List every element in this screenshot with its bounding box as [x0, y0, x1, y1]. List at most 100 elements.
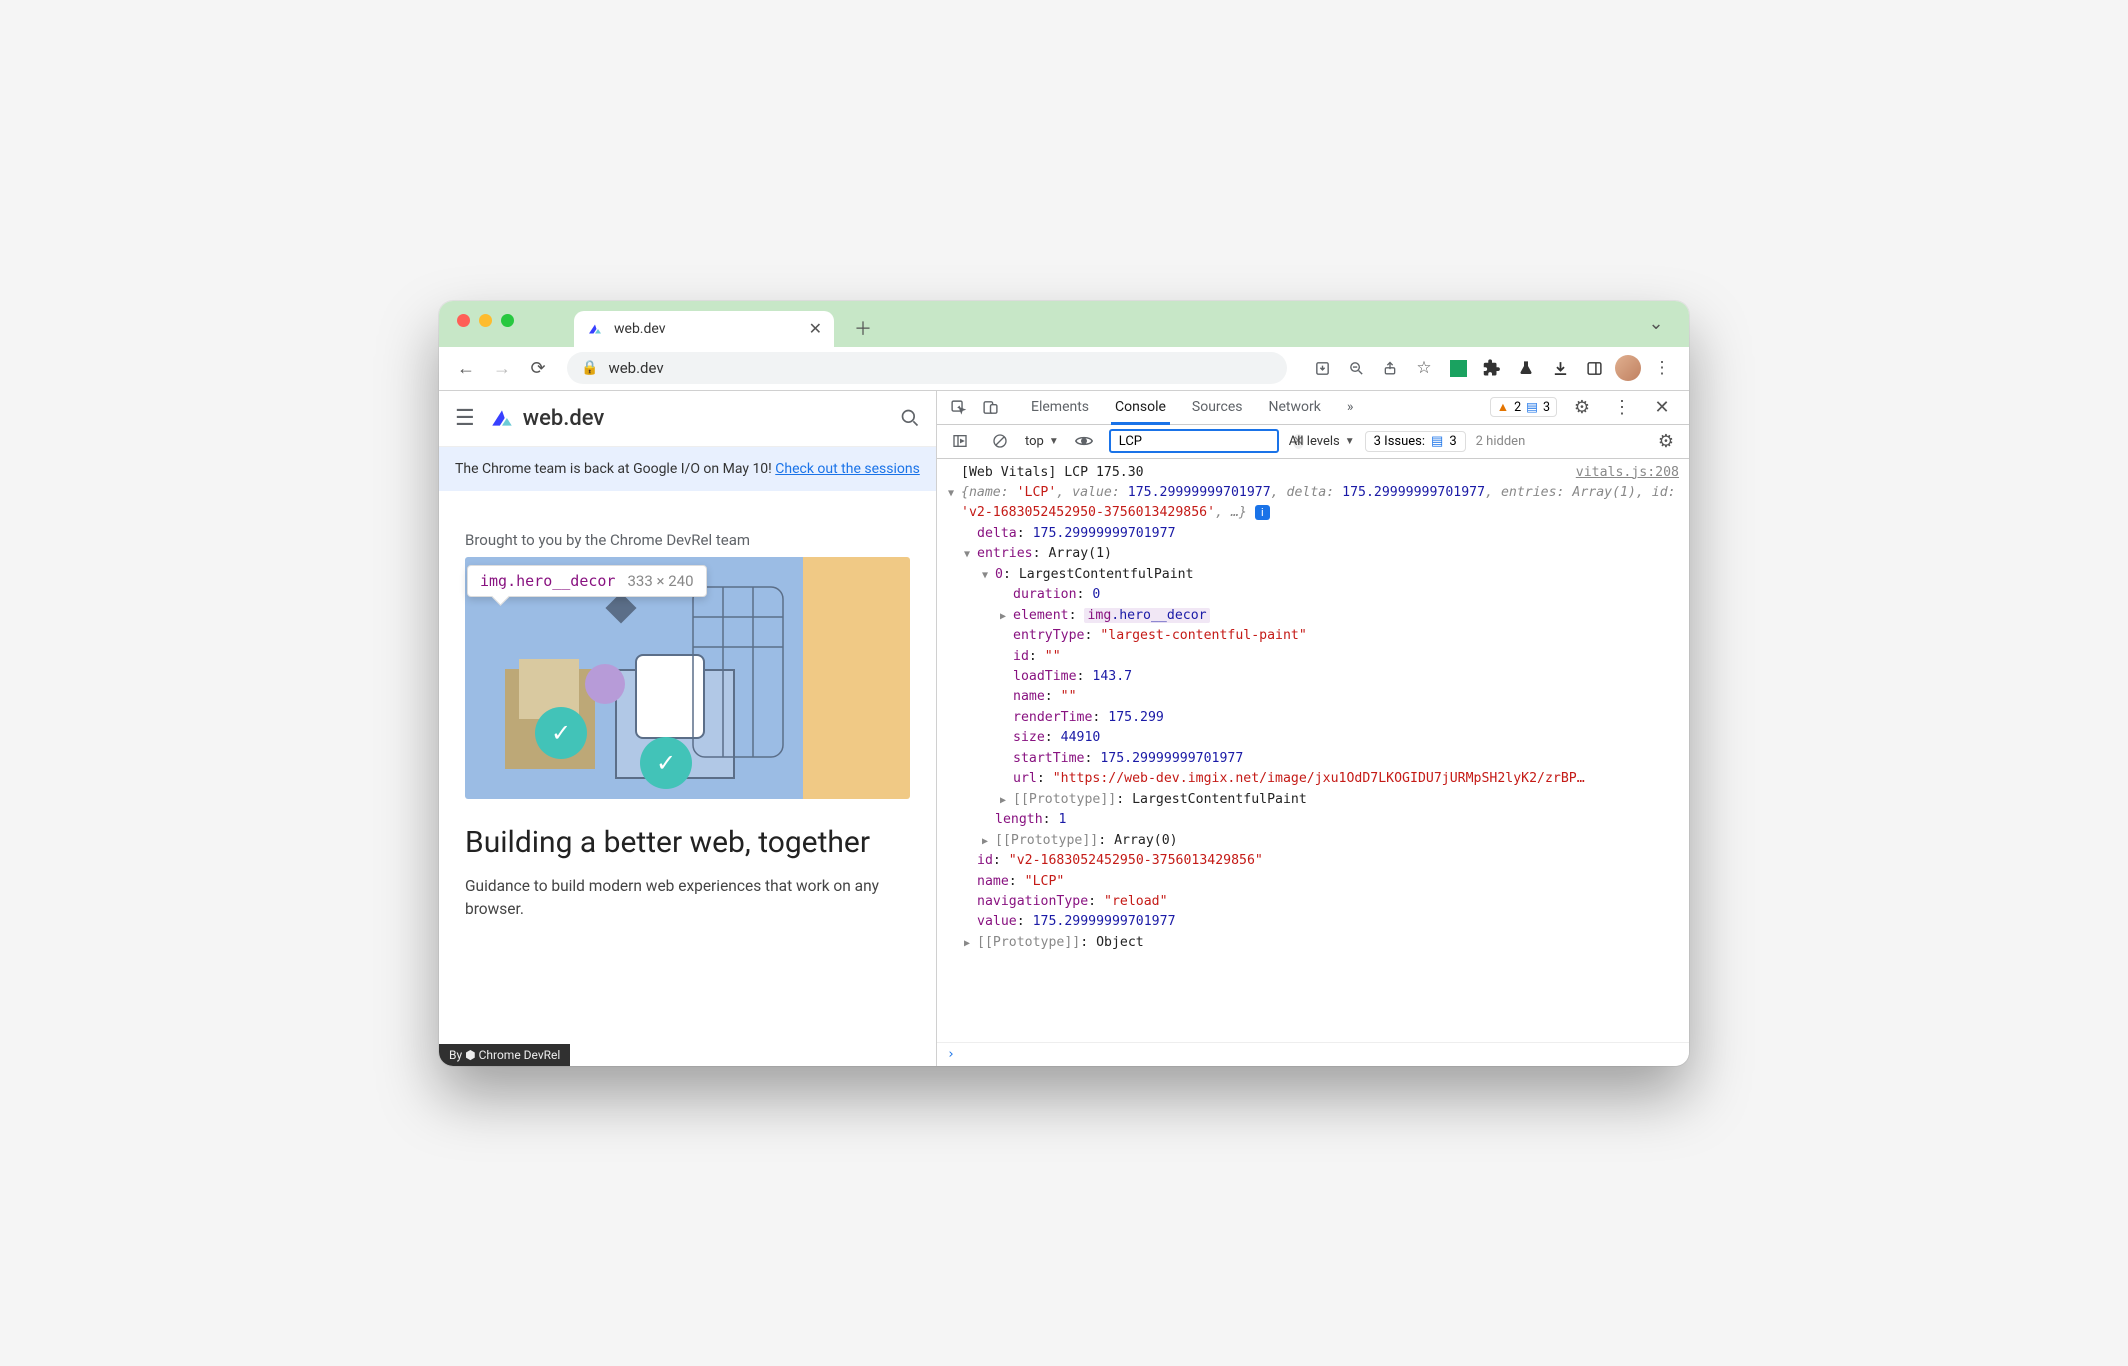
- warning-count: 2: [1514, 400, 1521, 415]
- context-selector[interactable]: top▼: [1025, 434, 1059, 449]
- expand-icon[interactable]: ▶: [979, 834, 991, 850]
- favicon-icon: [586, 320, 604, 338]
- install-icon[interactable]: [1307, 353, 1337, 383]
- site-brand[interactable]: web.dev: [489, 405, 605, 431]
- prop-starttime[interactable]: startTime: 175.29999999701977: [937, 749, 1689, 769]
- search-icon[interactable]: [900, 408, 920, 428]
- expand-icon[interactable]: ▼: [945, 486, 957, 502]
- message-count: 3: [1543, 400, 1550, 415]
- profile-avatar[interactable]: [1613, 353, 1643, 383]
- prop-entrytype[interactable]: entryType: "largest-contentful-paint": [937, 626, 1689, 646]
- sidebar-toggle-icon[interactable]: [1579, 353, 1609, 383]
- info-icon[interactable]: i: [1255, 505, 1270, 520]
- warnings-errors-pill[interactable]: ▲2 ▤3: [1490, 397, 1557, 417]
- console-filter-input[interactable]: ✕: [1109, 429, 1279, 453]
- tabs-overflow[interactable]: »: [1335, 391, 1366, 424]
- content-area: ☰ web.dev The Chrome team is back at Goo…: [439, 391, 1689, 1066]
- prop-url[interactable]: url: "https://web-dev.imgix.net/image/jx…: [937, 769, 1689, 789]
- close-window-button[interactable]: [457, 314, 470, 327]
- bookmark-icon[interactable]: ☆: [1409, 353, 1439, 383]
- zoom-out-icon[interactable]: [1341, 353, 1371, 383]
- author-badge: By ⬢ Chrome DevRel: [439, 1044, 570, 1066]
- address-bar[interactable]: 🔒 web.dev: [567, 352, 1287, 384]
- devtools-close-icon[interactable]: ✕: [1647, 392, 1677, 422]
- devtools-tabs: Elements Console Sources Network » ▲2 ▤3…: [937, 391, 1689, 425]
- entry-0[interactable]: ▼0: LargestContentfulPaint: [937, 565, 1689, 585]
- forward-button[interactable]: →: [487, 353, 517, 383]
- extensions-icon[interactable]: [1477, 353, 1507, 383]
- hamburger-icon[interactable]: ☰: [455, 406, 475, 431]
- log-levels-selector[interactable]: All levels▼: [1289, 434, 1355, 449]
- browser-tab[interactable]: web.dev ✕: [574, 311, 834, 347]
- page-heading: Building a better web, together: [465, 825, 910, 860]
- tab-console[interactable]: Console: [1103, 391, 1178, 424]
- prop-size[interactable]: size: 44910: [937, 728, 1689, 748]
- toolbar: ← → ⟳ 🔒 web.dev ☆ ⋮: [439, 347, 1689, 391]
- prop-proto-arr[interactable]: ▶[[Prototype]]: Array(0): [937, 831, 1689, 851]
- prop-proto-obj[interactable]: ▶[[Prototype]]: Object: [937, 933, 1689, 953]
- page-header: ☰ web.dev: [439, 391, 936, 447]
- prop-duration[interactable]: duration: 0: [937, 585, 1689, 605]
- browser-window: web.dev ✕ ＋ ⌄ ← → ⟳ 🔒 web.dev ☆ ⋮: [439, 301, 1689, 1066]
- prop-rendertime[interactable]: renderTime: 175.299: [937, 708, 1689, 728]
- minimize-window-button[interactable]: [479, 314, 492, 327]
- log-object-summary[interactable]: ▼ {name: 'LCP', value: 175.2999999970197…: [937, 483, 1689, 524]
- labs-icon[interactable]: [1511, 353, 1541, 383]
- expand-icon[interactable]: ▶: [961, 936, 973, 952]
- toolbar-actions: ☆ ⋮: [1307, 353, 1677, 383]
- kebab-menu-icon[interactable]: ⋮: [1647, 353, 1677, 383]
- console-sidebar-toggle[interactable]: [945, 426, 975, 456]
- extension-badge[interactable]: [1443, 353, 1473, 383]
- tooltip-dimensions: 333 × 240: [627, 572, 693, 590]
- prop-element[interactable]: ▶element: img.hero__decor: [937, 606, 1689, 626]
- back-button[interactable]: ←: [451, 353, 481, 383]
- devtools-settings-icon[interactable]: ⚙: [1567, 392, 1597, 422]
- issues-pill[interactable]: 3 Issues: ▤ 3: [1365, 431, 1466, 452]
- prop-id[interactable]: id: "": [937, 647, 1689, 667]
- live-expression-icon[interactable]: [1069, 426, 1099, 456]
- console-settings-icon[interactable]: ⚙: [1651, 426, 1681, 456]
- issues-count: 3: [1449, 434, 1456, 449]
- inspect-icon[interactable]: [943, 392, 973, 422]
- prop-delta[interactable]: delta: 175.29999999701977: [937, 524, 1689, 544]
- download-icon[interactable]: [1545, 353, 1575, 383]
- expand-icon[interactable]: ▼: [961, 547, 973, 563]
- element-tooltip: img.hero__decor 333 × 240: [467, 565, 707, 597]
- devtools-menu-icon[interactable]: ⋮: [1607, 392, 1637, 422]
- close-tab-icon[interactable]: ✕: [809, 319, 822, 338]
- prop-navtype[interactable]: navigationType: "reload": [937, 892, 1689, 912]
- filter-text[interactable]: [1117, 433, 1287, 450]
- context-value: top: [1025, 434, 1044, 449]
- banner-link[interactable]: Check out the sessions: [775, 461, 920, 477]
- prop-loadtime[interactable]: loadTime: 143.7: [937, 667, 1689, 687]
- console-prompt[interactable]: ›: [937, 1042, 1689, 1066]
- tabs-menu-button[interactable]: ⌄: [1641, 309, 1671, 339]
- titlebar: web.dev ✕ ＋ ⌄: [439, 301, 1689, 347]
- expand-icon[interactable]: ▶: [997, 609, 1009, 625]
- log-line[interactable]: [Web Vitals] LCP 175.30 vitals.js:208: [937, 463, 1689, 483]
- prop-obj-name[interactable]: name: "LCP": [937, 872, 1689, 892]
- clear-console-icon[interactable]: [985, 426, 1015, 456]
- expand-icon[interactable]: ▶: [997, 793, 1009, 809]
- tab-sources[interactable]: Sources: [1180, 391, 1255, 424]
- warning-icon: ▲: [1497, 400, 1509, 415]
- fullscreen-window-button[interactable]: [501, 314, 514, 327]
- issues-icon: ▤: [1431, 434, 1443, 449]
- tab-elements[interactable]: Elements: [1019, 391, 1101, 424]
- source-link[interactable]: vitals.js:208: [1566, 463, 1679, 483]
- prop-entries[interactable]: ▼entries: Array(1): [937, 544, 1689, 564]
- reload-button[interactable]: ⟳: [523, 353, 553, 383]
- issues-label: 3 Issues:: [1374, 434, 1425, 449]
- prop-obj-id[interactable]: id: "v2-1683052452950-3756013429856": [937, 851, 1689, 871]
- page-pane: ☰ web.dev The Chrome team is back at Goo…: [439, 391, 937, 1066]
- expand-icon[interactable]: ▼: [979, 568, 991, 584]
- device-toggle-icon[interactable]: [975, 392, 1005, 422]
- share-icon[interactable]: [1375, 353, 1405, 383]
- prop-length[interactable]: length: 1: [937, 810, 1689, 830]
- logo-icon: [489, 405, 515, 431]
- new-tab-button[interactable]: ＋: [848, 313, 878, 343]
- prop-name[interactable]: name: "": [937, 687, 1689, 707]
- tab-network[interactable]: Network: [1257, 391, 1333, 424]
- prop-proto-entry[interactable]: ▶[[Prototype]]: LargestContentfulPaint: [937, 790, 1689, 810]
- prop-obj-value[interactable]: value: 175.29999999701977: [937, 912, 1689, 932]
